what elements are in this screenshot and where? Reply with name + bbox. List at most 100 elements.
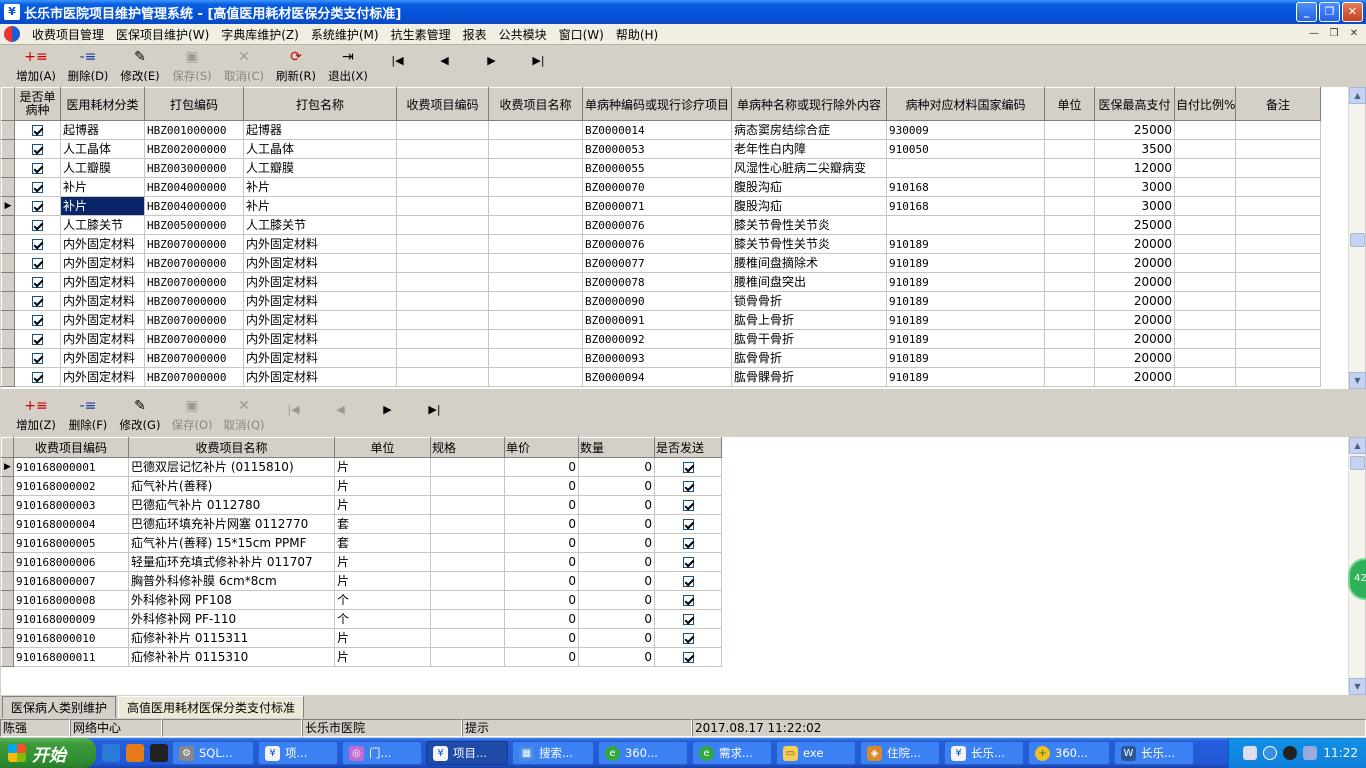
single-disease-checkbox[interactable] (14, 177, 61, 197)
col-header[interactable]: 单病种名称或现行除外内容 (731, 87, 887, 121)
table-cell[interactable]: 20000 (1094, 348, 1175, 368)
table-cell[interactable]: 0 (504, 476, 579, 496)
table-cell[interactable] (1174, 196, 1236, 216)
table-cell[interactable]: 910189 (886, 367, 1045, 387)
table-cell[interactable]: HBZ007000000 (144, 291, 244, 311)
checkbox-checked-icon[interactable] (682, 632, 694, 644)
single-disease-checkbox[interactable] (14, 310, 61, 330)
table-cell[interactable]: 910168000005 (13, 533, 129, 553)
row-indicator[interactable] (1, 329, 15, 349)
table-cell[interactable]: 20000 (1094, 329, 1175, 349)
single-disease-checkbox[interactable] (14, 120, 61, 140)
prev-record-button[interactable]: ◀ (421, 46, 468, 86)
table-cell[interactable]: 910189 (886, 291, 1045, 311)
table-cell[interactable] (1235, 253, 1321, 273)
table-cell[interactable]: HBZ007000000 (144, 310, 244, 330)
checkbox-checked-icon[interactable] (682, 613, 694, 625)
table-cell[interactable]: 内外固定材料 (60, 348, 145, 368)
single-disease-checkbox[interactable] (14, 329, 61, 349)
table-cell[interactable]: 3000 (1094, 177, 1175, 197)
table-cell[interactable]: 内外固定材料 (60, 367, 145, 387)
row-indicator[interactable] (1, 234, 15, 254)
table-cell[interactable]: BZ0000070 (582, 177, 732, 197)
table-row[interactable]: 人工瓣膜 HBZ003000000 人工瓣膜 BZ0000055 风湿性心脏病二尖瓣病变… (1, 158, 1321, 178)
table-cell[interactable]: 0 (578, 495, 655, 515)
row-indicator[interactable] (1, 571, 14, 591)
table-cell[interactable]: 20000 (1094, 310, 1175, 330)
table-cell[interactable]: HBZ007000000 (144, 234, 244, 254)
single-disease-checkbox[interactable] (14, 196, 61, 216)
table-cell[interactable]: 片 (334, 571, 431, 591)
task-inpatient[interactable]: ◈ 住院... (860, 741, 940, 765)
table-cell[interactable]: BZ0000090 (582, 291, 732, 311)
row-indicator[interactable] (1, 120, 15, 140)
save-button[interactable]: ▣ 保存(S) (166, 46, 218, 86)
table-cell[interactable] (396, 367, 489, 387)
table-cell[interactable]: 0 (578, 514, 655, 534)
table-cell[interactable]: 病态窦房结综合症 (731, 120, 887, 140)
table-cell[interactable]: BZ0000091 (582, 310, 732, 330)
row-indicator[interactable] (1, 495, 14, 515)
task-project-1[interactable]: ¥ 项... (258, 741, 338, 765)
tab-insurance-patient-type[interactable]: 医保病人类别维护 (2, 696, 117, 718)
table-cell[interactable]: 0 (578, 457, 655, 477)
checkbox-checked-icon[interactable] (682, 537, 694, 549)
table-cell[interactable] (1044, 234, 1095, 254)
checkbox-checked-icon[interactable] (32, 314, 43, 326)
table-cell[interactable] (886, 158, 1045, 178)
table-cell[interactable] (430, 495, 505, 515)
table-cell[interactable] (1044, 196, 1095, 216)
table-cell[interactable] (488, 139, 583, 159)
table-row[interactable]: 人工晶体 HBZ002000000 人工晶体 BZ0000053 老年性白内障 91005… (1, 139, 1321, 159)
table-cell[interactable]: HBZ007000000 (144, 272, 244, 292)
table-row[interactable]: 910168000009 外科修补网 PF-110 个 0 0 (1, 609, 722, 629)
table-cell[interactable]: 肱骨骨折 (731, 348, 887, 368)
table-cell[interactable]: 内外固定材料 (243, 291, 397, 311)
table-cell[interactable]: 0 (504, 628, 579, 648)
table-cell[interactable] (1044, 272, 1095, 292)
first-record-button[interactable]: |◀ (374, 46, 421, 86)
checkbox-checked-icon[interactable] (32, 371, 43, 383)
table-cell[interactable]: HBZ002000000 (144, 139, 244, 159)
table-cell[interactable]: 片 (334, 628, 431, 648)
table-cell[interactable]: 910168000004 (13, 514, 129, 534)
close-button[interactable]: ✕ (1342, 2, 1363, 22)
table-cell[interactable]: BZ0000092 (582, 329, 732, 349)
keyboard-icon[interactable] (1243, 746, 1258, 760)
table-cell[interactable] (430, 533, 505, 553)
table-cell[interactable] (396, 139, 489, 159)
menu-help[interactable]: 帮助(H) (610, 26, 664, 43)
table-cell[interactable]: 20000 (1094, 291, 1175, 311)
table-cell[interactable] (1174, 329, 1236, 349)
table-cell[interactable] (1174, 272, 1236, 292)
table-row[interactable]: 910168000006 轻量疝环充填式修补补片 011707 片 0 0 (1, 552, 722, 572)
table-cell[interactable]: 锁骨骨折 (731, 291, 887, 311)
col-header[interactable]: 备注 (1235, 87, 1321, 121)
start-button[interactable]: 开始 (0, 738, 96, 768)
menu-reports[interactable]: 报表 (457, 26, 493, 43)
table-row[interactable]: 910168000002 疝气补片(善释) 片 0 0 (1, 476, 722, 496)
task-360-browser-2[interactable]: +360... (1028, 741, 1110, 765)
scroll-down-icon[interactable]: ▼ (1349, 372, 1366, 389)
table-cell[interactable]: BZ0000014 (582, 120, 732, 140)
menu-dictionary[interactable]: 字典库维护(Z) (215, 26, 305, 43)
delete-button[interactable]: -≡ 删除(D) (62, 46, 114, 86)
task-changle-word[interactable]: W 长乐... (1114, 741, 1194, 765)
table-cell[interactable] (396, 291, 489, 311)
tab-high-value-consumables[interactable]: 高值医用耗材医保分类支付标准 (118, 696, 305, 718)
row-indicator[interactable] (1, 310, 15, 330)
ie-browser-icon[interactable] (102, 744, 120, 762)
qq-penguin-icon[interactable] (150, 744, 168, 762)
table-cell[interactable]: 0 (504, 590, 579, 610)
table-cell[interactable]: 910168000003 (13, 495, 129, 515)
table-cell[interactable]: 0 (504, 533, 579, 553)
table-cell[interactable] (1044, 291, 1095, 311)
table-cell[interactable]: 0 (504, 571, 579, 591)
col-header[interactable]: 医保最高支付 (1094, 87, 1175, 121)
detail-next-record-button[interactable]: ▶ (364, 395, 411, 435)
table-cell[interactable]: 补片 (60, 177, 145, 197)
table-cell[interactable]: BZ0000077 (582, 253, 732, 273)
cancel-button[interactable]: ✕ 取消(C) (218, 46, 270, 86)
checkbox-checked-icon[interactable] (682, 480, 694, 492)
current-row-indicator[interactable]: ▶ (1, 457, 14, 477)
